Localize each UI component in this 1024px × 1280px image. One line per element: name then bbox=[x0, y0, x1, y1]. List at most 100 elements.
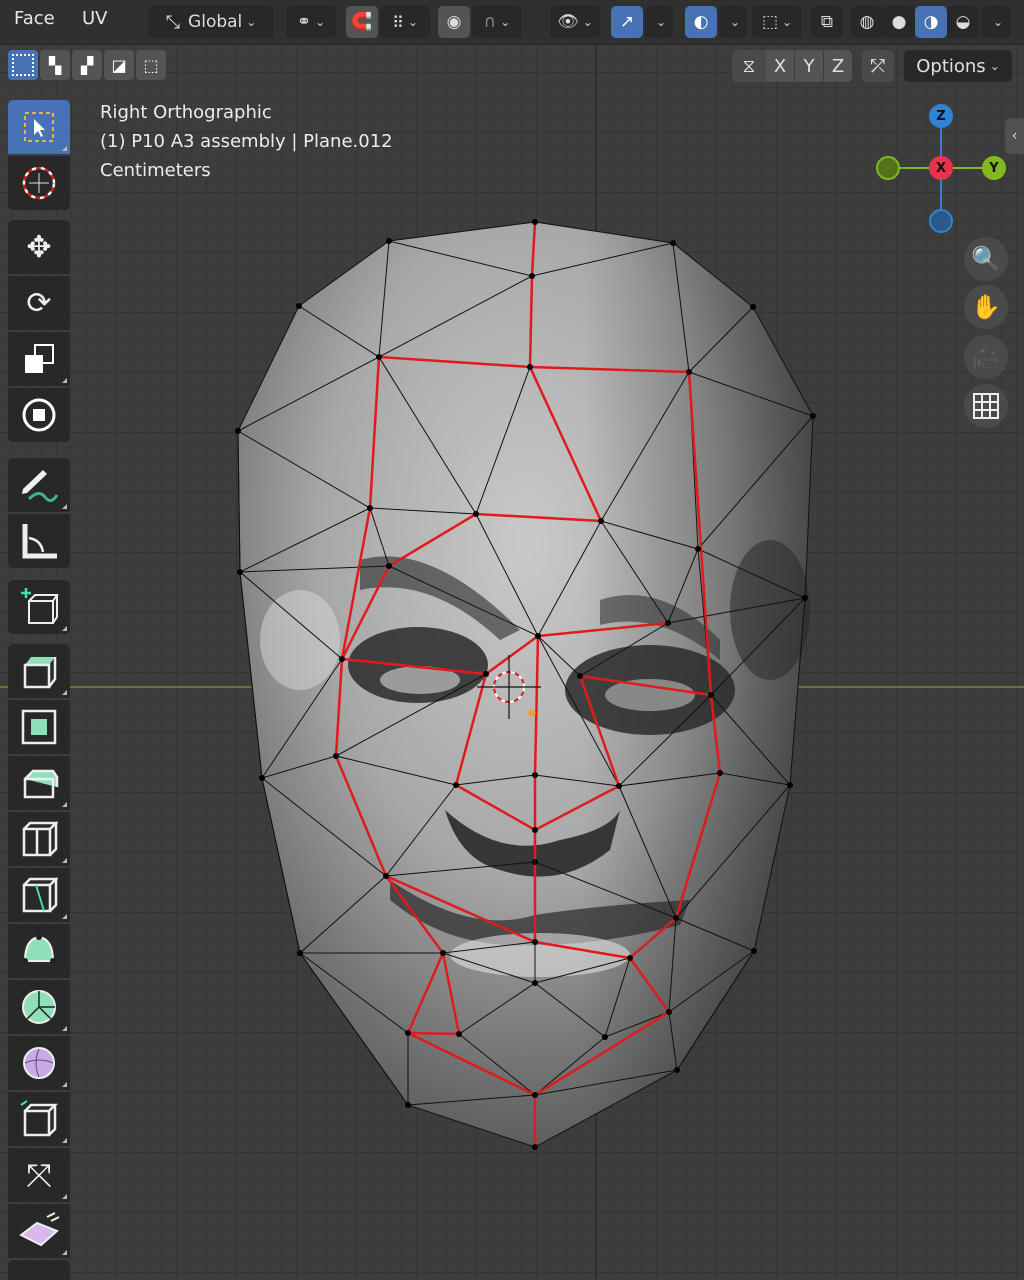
material-preview-button[interactable]: ◑ bbox=[915, 6, 947, 38]
annotate-icon bbox=[22, 470, 59, 502]
sidebar-toggle[interactable]: ‹ bbox=[1005, 118, 1024, 154]
select-intersect-button[interactable]: ⬚ bbox=[136, 50, 166, 80]
submenu-indicator bbox=[62, 858, 67, 863]
edge-slide-tool[interactable] bbox=[8, 1092, 70, 1146]
options-dropdown[interactable]: Options ⌄ bbox=[904, 50, 1012, 82]
submenu-indicator bbox=[62, 146, 67, 151]
pivot-point-dropdown[interactable]: ⚭ ⌄ bbox=[286, 6, 336, 38]
move-tool[interactable]: ✥ bbox=[8, 220, 70, 274]
gizmo-y-axis[interactable]: Y bbox=[982, 156, 1006, 180]
select-extend-icon: ▚ bbox=[48, 55, 62, 75]
wireframe-sphere-icon: ◍ bbox=[859, 12, 875, 32]
inset-faces-icon bbox=[21, 709, 57, 745]
hand-icon: ✋ bbox=[971, 293, 1001, 321]
pan-button[interactable]: ✋ bbox=[964, 285, 1008, 329]
inset-faces-tool[interactable] bbox=[8, 700, 70, 754]
gizmo-x-axis[interactable]: X bbox=[929, 156, 953, 180]
snap-target-dropdown[interactable]: ⠿ ⌄ bbox=[380, 6, 430, 38]
mirror-button[interactable]: ⧖ bbox=[732, 50, 766, 82]
chevron-down-icon: ⌄ bbox=[989, 59, 1000, 73]
add-cube-tool[interactable] bbox=[8, 580, 70, 634]
scale-icon bbox=[25, 344, 54, 373]
mirror-z-toggle[interactable]: Z bbox=[824, 50, 852, 82]
uv-menu[interactable]: UV bbox=[82, 8, 108, 29]
proportional-edit-toggle[interactable]: ◉ bbox=[438, 6, 470, 38]
annotate-tool[interactable] bbox=[8, 458, 70, 512]
options-label: Options bbox=[916, 55, 986, 77]
gizmo-neg-z-axis[interactable] bbox=[929, 209, 953, 233]
transform-tool[interactable] bbox=[8, 388, 70, 442]
overlays-icon: ◐ bbox=[693, 12, 709, 32]
snap-toggle[interactable]: 🧲 bbox=[346, 6, 378, 38]
gizmo-neg-y-axis[interactable] bbox=[876, 156, 900, 180]
wireframe-shading-button[interactable]: ◍ bbox=[851, 6, 883, 38]
chevron-left-icon: ‹ bbox=[1011, 128, 1018, 144]
camera-view-button[interactable]: 🎥 bbox=[964, 335, 1008, 379]
magnet-icon: 🧲 bbox=[351, 12, 373, 32]
chevron-down-icon: ⌄ bbox=[246, 15, 257, 29]
smooth-tool[interactable] bbox=[8, 1036, 70, 1090]
transform-icon bbox=[22, 398, 56, 432]
knife-icon bbox=[22, 877, 58, 913]
select-box-tool[interactable] bbox=[8, 100, 70, 154]
xray-toggle[interactable]: ⧉ bbox=[811, 6, 843, 38]
xray-icon: ⧉ bbox=[820, 12, 834, 32]
overlays-dropdown[interactable]: ⌄ bbox=[719, 6, 747, 38]
butterfly-icon: ⧖ bbox=[742, 55, 756, 77]
visibility-dropdown[interactable]: 👁 ⌄ bbox=[550, 6, 600, 38]
select-subtract-button[interactable]: ▞ bbox=[72, 50, 102, 80]
mirror-x-toggle[interactable]: X bbox=[766, 50, 794, 82]
rip-tool[interactable] bbox=[8, 1260, 70, 1280]
select-new-icon bbox=[12, 54, 34, 76]
extrude-region-tool[interactable] bbox=[8, 644, 70, 698]
smooth-icon bbox=[23, 1047, 55, 1079]
select-extend-button[interactable]: ▚ bbox=[40, 50, 70, 80]
chevron-down-icon: ⌄ bbox=[500, 15, 511, 29]
submenu-indicator bbox=[62, 914, 67, 919]
submenu-indicator bbox=[62, 1250, 67, 1255]
toggle-perspective-button[interactable] bbox=[964, 384, 1008, 428]
zoom-button[interactable]: 🔍 bbox=[964, 237, 1008, 281]
solid-sphere-icon: ● bbox=[891, 12, 907, 32]
shrink-fatten-tool[interactable]: ⤧ bbox=[8, 1148, 70, 1202]
auto-merge-icon: ⤱ bbox=[870, 55, 886, 77]
submenu-indicator bbox=[62, 378, 67, 383]
rendered-shading-button[interactable]: ◒ bbox=[947, 6, 979, 38]
falloff-dropdown[interactable]: ∩ ⌄ bbox=[472, 6, 522, 38]
measure-tool[interactable] bbox=[8, 514, 70, 568]
snap-grid-icon: ⠿ bbox=[392, 12, 404, 32]
add-cube-icon bbox=[21, 588, 59, 624]
scale-tool[interactable] bbox=[8, 332, 70, 386]
submenu-indicator bbox=[62, 1138, 67, 1143]
auto-merge-button[interactable]: ⤱ bbox=[862, 50, 894, 82]
shear-tool[interactable] bbox=[8, 1204, 70, 1258]
gizmo-z-axis[interactable]: Z bbox=[929, 104, 953, 128]
viewport-header: Face UV ⤡ Global ⌄ ⚭ ⌄ 🧲 ⠿ ⌄ ◉ ∩ ⌄ 👁 ⌄ ↗ ⌄ ◐… bbox=[0, 0, 1024, 45]
mesh-edit-overlays-dropdown[interactable]: ⬚ ⌄ bbox=[752, 6, 802, 38]
gizmo-icon: ↗ bbox=[619, 12, 635, 32]
submenu-indicator bbox=[62, 1026, 67, 1031]
select-invert-button[interactable]: ◪ bbox=[104, 50, 134, 80]
spin-icon bbox=[22, 990, 56, 1024]
loop-cut-tool[interactable] bbox=[8, 812, 70, 866]
loop-cut-icon bbox=[22, 821, 58, 857]
gizmo-dropdown[interactable]: ⌄ bbox=[645, 6, 673, 38]
bevel-tool[interactable] bbox=[8, 756, 70, 810]
spin-tool[interactable] bbox=[8, 980, 70, 1034]
transform-orientation-dropdown[interactable]: ⤡ Global ⌄ bbox=[148, 6, 274, 38]
solid-shading-button[interactable]: ● bbox=[883, 6, 915, 38]
orientation-icon: ⤡ bbox=[165, 11, 181, 33]
overlays-toggle[interactable]: ◐ bbox=[685, 6, 717, 38]
zoom-icon: 🔍 bbox=[971, 245, 1001, 273]
view-name-label: Right Orthographic bbox=[100, 102, 272, 123]
knife-tool[interactable] bbox=[8, 868, 70, 922]
face-menu[interactable]: Face bbox=[14, 8, 55, 29]
poly-build-icon bbox=[22, 934, 56, 964]
shading-dropdown[interactable]: ⌄ bbox=[981, 6, 1011, 38]
mirror-y-toggle[interactable]: Y bbox=[795, 50, 823, 82]
rotate-tool[interactable]: ⟳ bbox=[8, 276, 70, 330]
poly-build-tool[interactable] bbox=[8, 924, 70, 978]
select-new-button[interactable] bbox=[8, 50, 38, 80]
gizmo-toggle[interactable]: ↗ bbox=[611, 6, 643, 38]
cursor-tool[interactable] bbox=[8, 156, 70, 210]
